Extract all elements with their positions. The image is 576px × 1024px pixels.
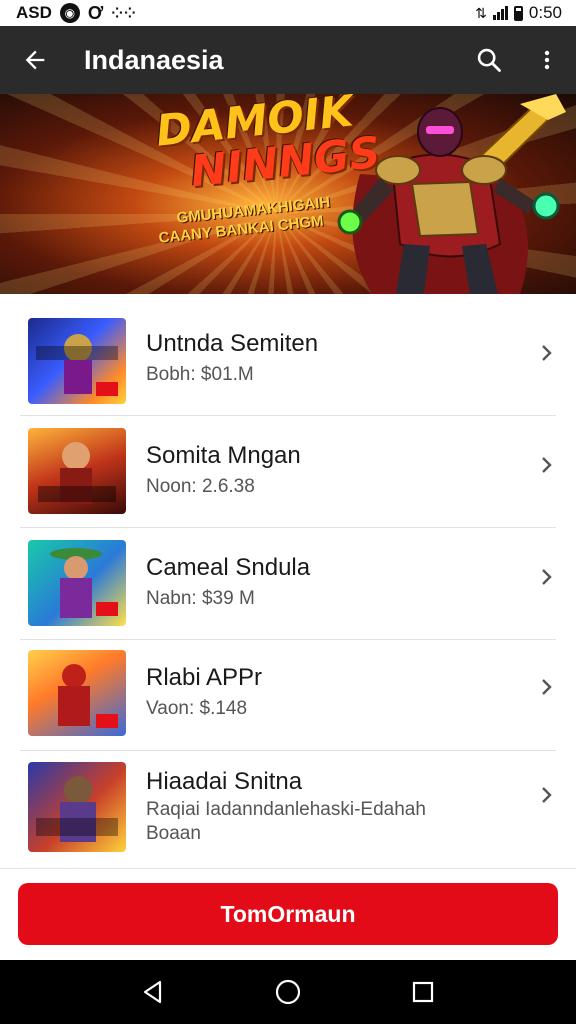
list-item[interactable]: Rlabi APPr Vaon: $.148 [0,630,576,742]
sync-icon: Ơ [87,2,104,23]
list-item[interactable]: Untnda Semiten Bobh: $01.M [0,294,576,406]
wifi-icon [492,6,508,20]
chevron-right-icon [536,342,558,364]
nav-recents-icon [412,981,433,1003]
nav-home-button[interactable] [258,967,318,1017]
item-meta: Vaon: $.148 [146,698,248,719]
arrow-left-icon [25,50,45,70]
item-title: Cameal Sndula [146,554,311,581]
status-bar: ASD ◉ Ơ ⁘⁘ ⇅ 0:50 [0,0,576,26]
item-meta: Bobh: $01.M [146,364,254,385]
nav-home-icon [275,979,301,1005]
list-item[interactable]: Somita Mngan Noon: 2.6.38 [0,406,576,518]
nav-recents-button[interactable] [393,967,453,1017]
status-left: ASD ◉ Ơ ⁘⁘ [16,3,137,24]
thumbnail-art [38,442,116,504]
app-thumbnail [28,428,126,514]
thumbnail-art [50,548,118,618]
item-title: Untnda Semiten [146,330,319,357]
battery-icon [513,5,523,21]
dots-icon: ⁘⁘ [111,4,137,21]
chevron-right-icon [536,784,558,806]
signal-icon: ⇅ [475,4,487,21]
item-title: Hiaadai Snitna [146,768,303,795]
chevron-right-icon [536,566,558,588]
notification-icon: ◉ [59,3,80,23]
list-item[interactable]: Hiaadai Snitna Raqiai Iadanndanlehaski-E… [0,742,576,854]
list-item[interactable]: Cameal Sndula Nabn: $39 M [0,518,576,630]
page-title: Indanaesia [84,44,224,75]
chevron-right-icon [536,676,558,698]
status-left-text: ASD [16,3,52,22]
item-meta: Nabn: $39 M [146,588,255,609]
item-meta: Raqiai Iadanndanlehaski-Edahah Boaan [146,799,426,844]
thumbnail-art [36,776,118,842]
chevron-right-icon [536,454,558,476]
item-meta: Noon: 2.6.38 [146,476,255,497]
more-options-button[interactable] [518,26,576,94]
app-thumbnail [28,540,126,626]
nav-back-icon [144,980,162,1004]
back-button[interactable] [0,26,70,94]
search-icon [477,48,501,72]
system-nav-bar [0,960,576,1024]
item-title: Rlabi APPr [146,664,263,691]
search-button[interactable] [460,26,518,94]
thumbnail-art [36,334,118,396]
app-thumbnail [28,762,126,852]
hero-banner[interactable]: DAMOIK NINNGS GMUHUAMAKHIGAIH CAANY BANK… [0,94,576,294]
app-list: Untnda Semiten Bobh: $01.M Somita Mngan … [0,294,576,868]
status-time: 0:50 [528,3,562,22]
app-thumbnail [28,318,126,404]
primary-action-button[interactable]: TomOrmaun [18,883,558,945]
more-vert-icon [544,50,550,70]
status-right: ⇅ 0:50 [475,3,562,23]
app-bar: Indanaesia [0,26,576,94]
action-bar: TomOrmaun [0,868,576,960]
thumbnail-art [58,664,118,728]
nav-back-button[interactable] [123,967,183,1017]
app-thumbnail [28,650,126,736]
item-title: Somita Mngan [146,442,301,469]
